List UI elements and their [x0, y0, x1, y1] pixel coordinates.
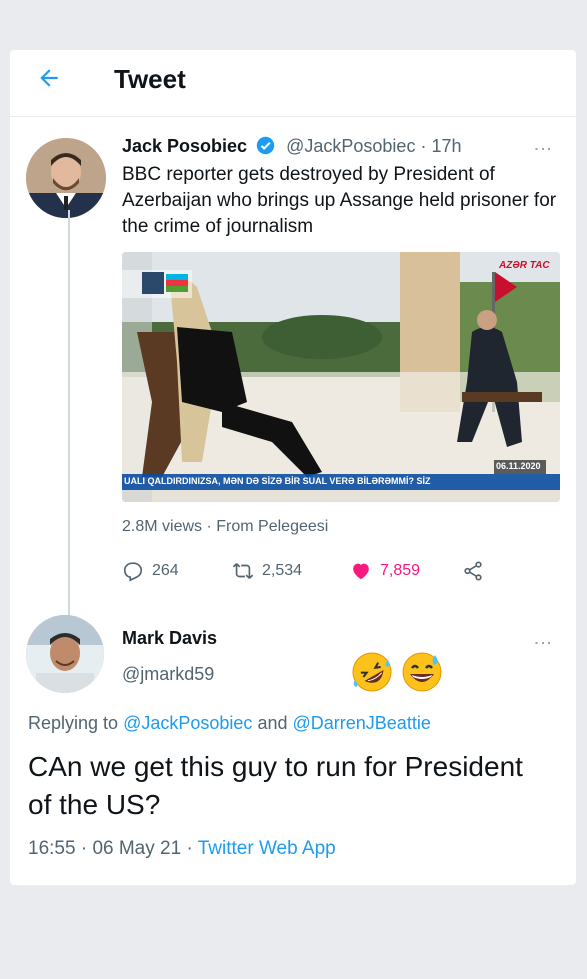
- replying-prefix: Replying to: [28, 713, 119, 733]
- reply-author-avatar[interactable]: [26, 615, 104, 693]
- like-button[interactable]: 7,859: [350, 558, 420, 584]
- video-frame-image: [122, 252, 560, 502]
- view-count: 2.8M views: [122, 518, 203, 535]
- video-date-badge: 06.11.2020: [496, 461, 541, 471]
- back-arrow-icon[interactable]: [36, 65, 66, 95]
- reply-time[interactable]: 16:55: [28, 838, 76, 859]
- reply-client[interactable]: Twitter Web App: [198, 838, 336, 859]
- grinning-sweat-icon: [402, 652, 442, 692]
- video-ticker: UALI QALDIRDINIZSA, MƏN DƏ SİZƏ BİR SUAL…: [124, 476, 431, 486]
- reply-icon: [123, 562, 143, 582]
- reply-count: 264: [152, 562, 179, 579]
- reply-author-handle[interactable]: @jmarkd59: [122, 664, 214, 685]
- replying-to-user-2[interactable]: @DarrenJBeattie: [293, 713, 431, 733]
- author-name-row[interactable]: Jack Posobiec @JackPosobiec · 17h: [122, 136, 462, 157]
- tweet-meta: 2.8M views · From Pelegeesi: [122, 518, 329, 535]
- reply-text: CAn we get this guy to run for President…: [28, 751, 523, 820]
- author-handle[interactable]: @JackPosobiec: [286, 136, 415, 156]
- replying-and: and: [257, 713, 288, 733]
- reply-author-name[interactable]: Mark Davis: [122, 628, 217, 649]
- tweet-actions: 264 2,534 7,859: [122, 558, 562, 584]
- header-bar: Tweet: [10, 50, 576, 117]
- reply-date[interactable]: 06 May 21: [92, 838, 181, 859]
- tweet-video[interactable]: AZƏR TAC 06.11.2020 UALI QALDIRDINIZSA, …: [122, 252, 560, 502]
- retweet-count: 2,534: [262, 562, 303, 579]
- rolling-on-floor-laughing-icon: [352, 652, 392, 692]
- video-source[interactable]: From Pelegeesi: [216, 518, 328, 535]
- retweet-button[interactable]: 2,534: [232, 558, 302, 584]
- replying-to: Replying to @JackPosobiec and @DarrenJBe…: [28, 713, 431, 734]
- heart-filled-icon: [353, 563, 369, 580]
- video-watermark: AZƏR TAC: [499, 260, 550, 271]
- share-icon: [464, 561, 482, 581]
- reply-button[interactable]: 264: [122, 558, 179, 584]
- reply-more-options-icon[interactable]: ⋮: [533, 634, 553, 652]
- replying-to-user-1[interactable]: @JackPosobiec: [123, 713, 252, 733]
- verified-badge-icon: [256, 136, 275, 155]
- more-options-icon[interactable]: ⋮: [533, 140, 553, 158]
- tweet-card: Tweet Jack Posobiec @JackPosobiec · 17h …: [10, 50, 576, 885]
- author-avatar[interactable]: [26, 138, 106, 218]
- like-count: 7,859: [380, 562, 421, 579]
- retweet-icon: [232, 563, 254, 579]
- author-name[interactable]: Jack Posobiec: [122, 136, 247, 156]
- reply-meta: 16:55 · 06 May 21 · Twitter Web App: [28, 838, 336, 859]
- tweet-text: BBC reporter gets destroyed by President…: [122, 164, 557, 237]
- tweet-time[interactable]: 17h: [431, 136, 461, 156]
- share-button[interactable]: [462, 558, 484, 584]
- page-title: Tweet: [114, 64, 186, 94]
- thread-line: [68, 210, 70, 640]
